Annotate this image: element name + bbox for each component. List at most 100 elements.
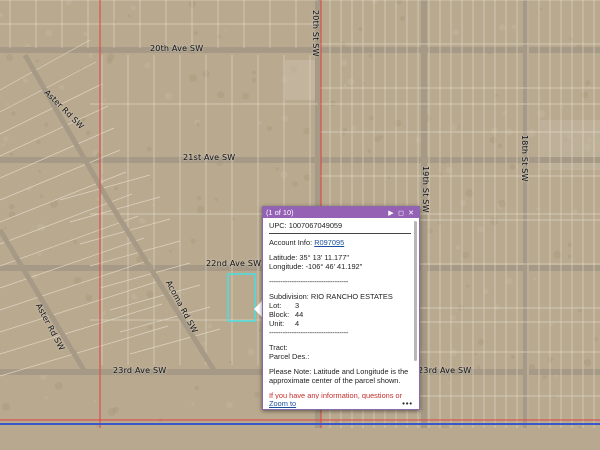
account-info: Account Info: R097095 — [269, 238, 411, 247]
terrain-speck — [581, 91, 589, 99]
terrain-speck — [188, 0, 197, 8]
terrain-speck — [50, 199, 58, 208]
terrain-speck — [150, 178, 153, 181]
terrain-speck — [6, 102, 9, 106]
terrain-speck — [101, 310, 107, 316]
terrain-speck — [387, 176, 391, 180]
terrain-speck — [39, 194, 44, 199]
terrain-speck — [85, 294, 93, 302]
terrain-speck — [303, 127, 311, 135]
terrain-speck — [437, 220, 442, 225]
terrain-speck — [148, 325, 153, 330]
play-icon[interactable]: ▶ — [386, 209, 396, 217]
terrain-speck — [38, 169, 42, 173]
terrain-speck — [11, 111, 16, 116]
unit-row: Unit: 4 — [269, 319, 300, 328]
terrain-speck — [130, 5, 136, 11]
account-link[interactable]: R097095 — [314, 238, 344, 247]
zoom-to-link[interactable]: Zoom to — [269, 399, 402, 408]
terrain-speck — [368, 54, 373, 58]
road-23rd-ave-left: 23rd Ave SW — [113, 366, 167, 375]
terrain-speck — [489, 136, 497, 144]
note-text: Please Note: Latitude and Longitude is t… — [269, 367, 409, 385]
maximize-icon[interactable]: ◻ — [396, 209, 406, 217]
terrain-speck — [224, 29, 228, 32]
terrain-speck — [196, 205, 205, 214]
terrain-speck — [476, 365, 481, 370]
terrain-speck — [107, 407, 116, 416]
terrain-speck — [146, 146, 153, 152]
terrain-speck — [569, 37, 574, 42]
popup-body: UPC: 1007067049059 Account Info: R097095… — [269, 221, 411, 399]
popup-header: (1 of 10) ▶ ◻ ✕ — [263, 207, 419, 218]
terrain-speck — [455, 245, 461, 251]
terrain-speck — [96, 196, 100, 201]
terrain-speck — [258, 328, 262, 332]
terrain-speck — [251, 70, 256, 75]
warning-text: If you have any information, questions o… — [269, 391, 403, 399]
terrain-speck — [399, 15, 405, 21]
terrain-speck — [8, 203, 15, 210]
road — [0, 157, 600, 163]
road — [0, 228, 88, 374]
block-row: Block: 44 — [269, 310, 304, 319]
terrain-speck — [127, 14, 131, 18]
terrain-speck — [216, 34, 221, 39]
subdivision-text: Subdivision: RIO RANCHO ESTATES — [269, 292, 393, 301]
terrain-speck — [112, 20, 117, 24]
terrain-speck — [340, 59, 348, 66]
terrain-speck — [189, 74, 197, 82]
terrain-speck — [3, 226, 7, 230]
terrain-speck — [214, 197, 218, 202]
lot-value: 3 — [295, 301, 300, 310]
upc-text: UPC: 1007067049059 — [269, 221, 343, 230]
terrain-speck — [462, 251, 470, 259]
lot-row: Lot: 3 — [269, 301, 300, 310]
terrain-speck — [578, 308, 583, 313]
parcel-line — [0, 61, 97, 113]
terrain-speck — [94, 399, 97, 402]
terrain-speck — [83, 32, 88, 37]
popup-count: (1 of 10) — [266, 208, 294, 217]
popup-pointer — [254, 301, 262, 317]
terrain-speck — [369, 115, 375, 121]
terrain-speck — [561, 106, 565, 109]
terrain-speck — [572, 209, 578, 215]
terrain-speck — [196, 195, 202, 201]
terrain-speck — [303, 174, 311, 182]
road — [421, 0, 427, 450]
terrain-speck — [367, 149, 372, 153]
close-icon[interactable]: ✕ — [406, 209, 416, 217]
terrain-speck — [2, 402, 11, 411]
terrain-speck — [1, 143, 6, 147]
terrain-speck — [516, 165, 519, 168]
terrain-speck — [131, 294, 137, 300]
dash-separator: ----------------------------------- — [269, 328, 349, 337]
terrain-speck — [510, 354, 515, 359]
tract-text: Tract: — [269, 343, 288, 352]
terrain-patch — [285, 60, 315, 100]
terrain-speck — [281, 115, 289, 122]
parcel-des-text: Parcel Des.: — [269, 352, 310, 361]
terrain-speck — [266, 125, 273, 131]
terrain-speck — [247, 348, 255, 356]
popup-scrollbar[interactable] — [414, 221, 417, 361]
terrain-speck — [44, 122, 49, 127]
terrain-speck — [106, 52, 115, 61]
terrain-speck — [22, 77, 28, 83]
terrain-speck — [139, 217, 146, 225]
terrain-speck — [347, 78, 355, 86]
terrain-speck — [584, 80, 591, 87]
road-18th-st: 18th St SW — [520, 135, 529, 182]
terrain-speck — [103, 98, 106, 101]
terrain-speck — [3, 136, 9, 142]
terrain-speck — [539, 7, 543, 11]
terrain-speck — [258, 121, 262, 125]
terrain-speck — [450, 417, 453, 420]
terrain-speck — [553, 250, 562, 259]
more-icon[interactable]: ••• — [402, 399, 413, 408]
terrain-speck — [191, 402, 195, 406]
terrain-speck — [196, 122, 201, 127]
terrain-speck — [452, 29, 459, 36]
road-23rd-ave-right: 23rd Ave SW — [418, 366, 472, 375]
